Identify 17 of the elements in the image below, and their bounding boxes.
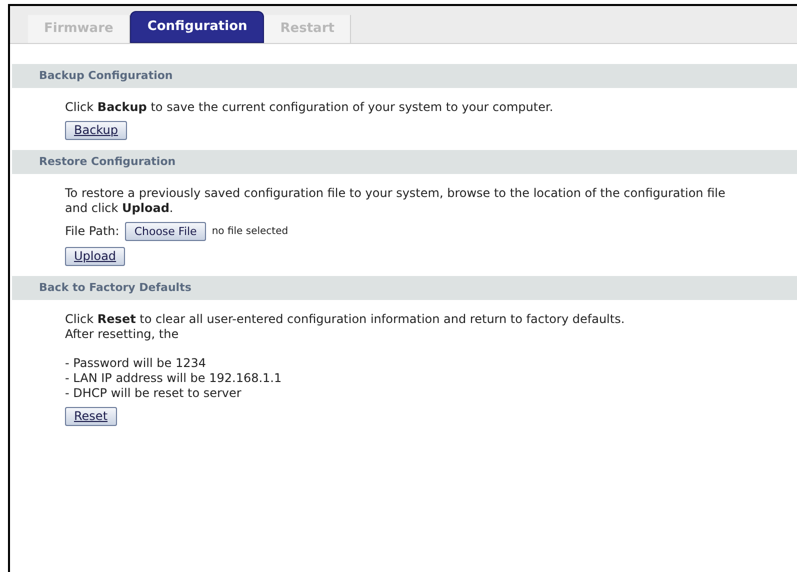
tab[interactable]: Configuration <box>130 11 264 43</box>
list-item-text: - LAN IP address will be 192.168.1.1 <box>65 371 283 386</box>
section-header: Restore Configuration <box>12 150 797 174</box>
description-text: To restore a previously saved configuration file to your system, browse to the location of the configuration file and click Upload. <box>65 186 726 216</box>
description-text: After resetting, the <box>65 327 180 342</box>
section-header: Back to Factory Defaults <box>12 276 797 300</box>
list-item-text: - DHCP will be reset to server <box>65 386 242 401</box>
section-header: Backup Configuration <box>12 64 797 88</box>
file-status-text: no file selected <box>212 225 288 239</box>
action-button[interactable]: Backup <box>65 121 127 140</box>
description-text: Click Backup to save the current configuration of your system to your computer. <box>65 100 554 115</box>
description-text: Click Reset to clear all user-entered configuration information and return to factory defaults. <box>65 312 626 327</box>
action-button[interactable]: Upload <box>65 247 126 266</box>
file-path-label: File Path: <box>65 224 120 239</box>
choose-file-button[interactable]: Choose File <box>125 222 206 241</box>
action-button[interactable]: Reset <box>65 407 117 426</box>
list-item-text: - Password will be 1234 <box>65 356 207 371</box>
